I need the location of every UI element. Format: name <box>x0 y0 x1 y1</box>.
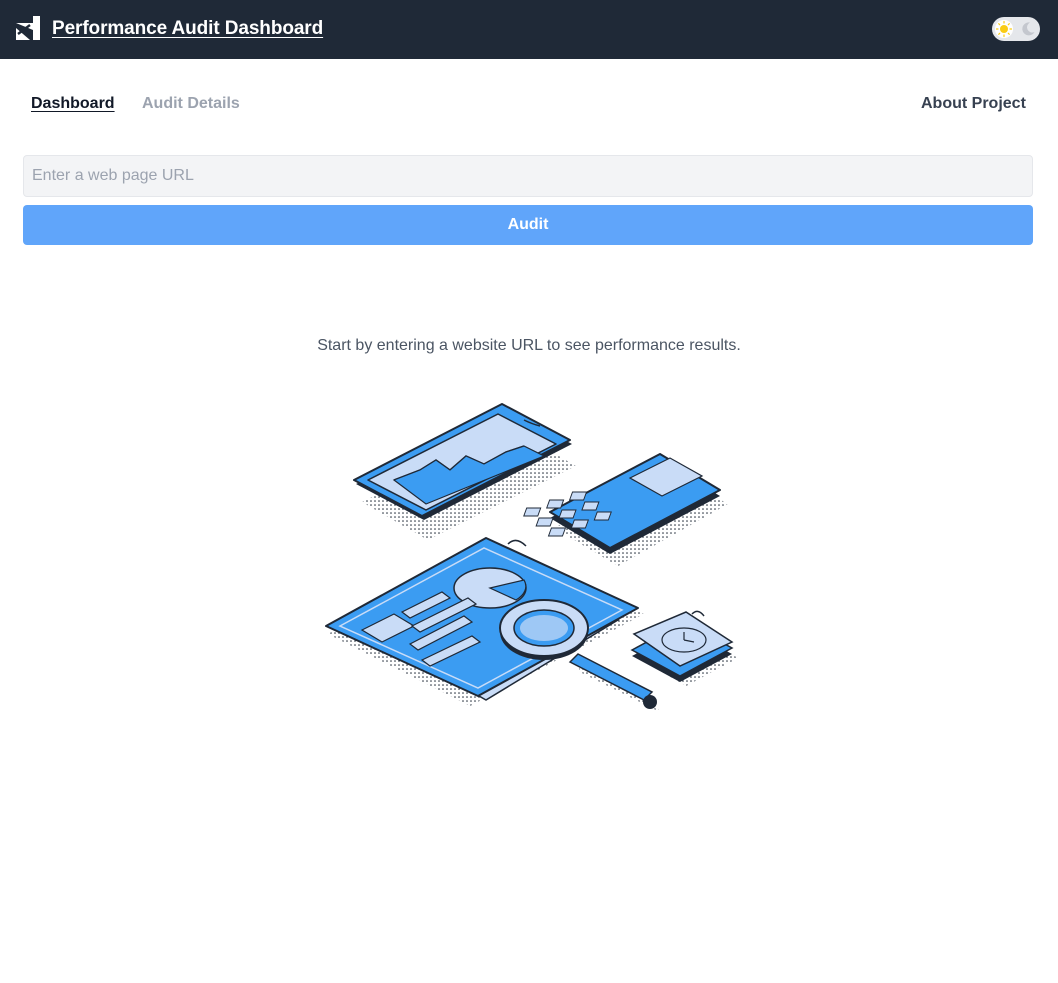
report-sheets-graphic <box>325 537 644 706</box>
arrow-up-right-logo-icon <box>16 16 40 40</box>
theme-toggle[interactable] <box>992 17 1040 41</box>
sun-icon <box>995 20 1013 38</box>
analytics-report-illustration <box>325 403 738 712</box>
brand-link[interactable]: Performance Audit Dashboard <box>16 16 323 42</box>
nav-dashboard[interactable]: Dashboard <box>31 94 115 114</box>
nav-audit-details[interactable]: Audit Details <box>142 94 240 114</box>
url-input[interactable] <box>23 155 1033 197</box>
sticky-note-clock-graphic <box>630 610 738 686</box>
moon-icon <box>1022 22 1035 36</box>
app-title: Performance Audit Dashboard <box>52 18 324 39</box>
empty-state-message: Start by entering a website URL to see p… <box>317 337 741 354</box>
top-bar: Performance Audit Dashboard <box>0 0 1058 59</box>
audit-button[interactable]: Audit <box>23 205 1033 245</box>
nav-about-project[interactable]: About Project <box>921 94 1026 114</box>
